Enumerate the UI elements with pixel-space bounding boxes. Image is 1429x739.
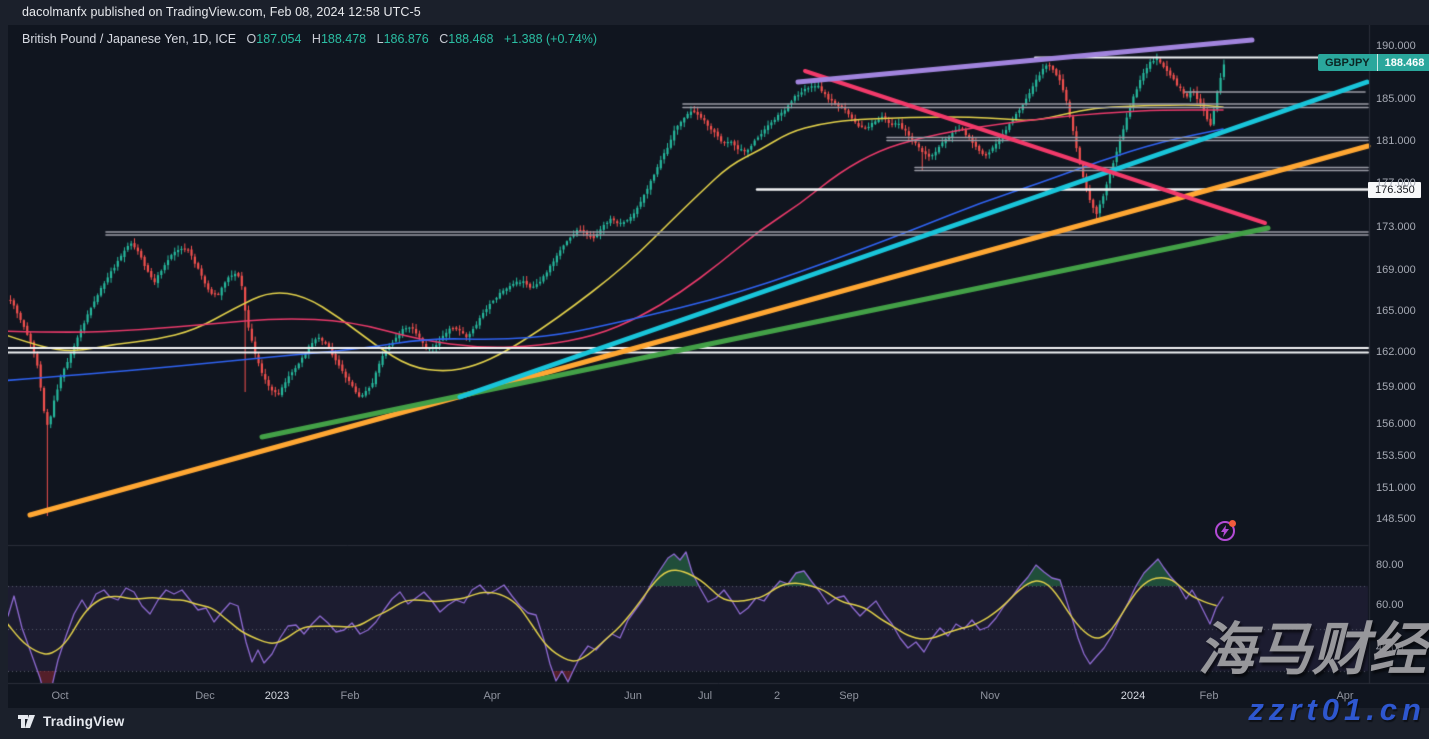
price-axis-label: 159.000 — [1376, 381, 1416, 393]
price-chart-canvas[interactable] — [8, 25, 1429, 708]
close-value: 188.468 — [448, 32, 493, 46]
time-axis-label: 2 — [774, 690, 780, 702]
rsi-axis-label: 60.00 — [1376, 599, 1404, 611]
tradingview-chart-screenshot: dacolmanfx published on TradingView.com,… — [0, 0, 1429, 739]
time-axis-label: 2024 — [1121, 690, 1145, 702]
price-axis-label: 173.000 — [1376, 221, 1416, 233]
chart-widget: British Pound / Japanese Yen, 1D, ICE O1… — [8, 25, 1429, 708]
close-label: C — [439, 32, 448, 46]
time-axis-label: Jun — [624, 690, 642, 702]
price-axis-label: 165.000 — [1376, 305, 1416, 317]
attribution-bar: dacolmanfx published on TradingView.com,… — [0, 0, 1429, 25]
price-axis-label: 153.500 — [1376, 450, 1416, 462]
badge-symbol: GBPJPY — [1318, 54, 1377, 71]
low-label: L — [377, 32, 384, 46]
price-axis-label: 190.000 — [1376, 40, 1416, 52]
price-axis-label: 185.000 — [1376, 93, 1416, 105]
tradingview-logo-text: TradingView — [43, 714, 124, 729]
price-axis-label: 177.000 — [1376, 177, 1416, 189]
flash-bolt-icon — [1215, 521, 1235, 541]
time-axis-label: Jul — [698, 690, 712, 702]
low-value: 186.876 — [384, 32, 429, 46]
price-axis-label: 162.000 — [1376, 346, 1416, 358]
attribution-text: dacolmanfx published on TradingView.com,… — [22, 5, 421, 19]
time-axis-label: Sep — [839, 690, 859, 702]
change-value: +1.388 (+0.74%) — [504, 32, 597, 46]
price-axis-label: 169.000 — [1376, 264, 1416, 276]
time-axis-label: 2023 — [265, 690, 289, 702]
price-axis-label: 148.500 — [1376, 513, 1416, 525]
symbol-header[interactable]: British Pound / Japanese Yen, 1D, ICE O1… — [22, 32, 597, 46]
time-axis-label: Feb — [341, 690, 360, 702]
tradingview-logo-icon — [18, 714, 37, 729]
watermark-url: zzrt01.cn — [1150, 694, 1426, 725]
tradingview-logo[interactable]: TradingView — [18, 714, 124, 729]
price-axis-label: 156.000 — [1376, 418, 1416, 430]
price-axis-label: 181.000 — [1376, 135, 1416, 147]
time-axis-label: Apr — [483, 690, 500, 702]
watermark-cn: 海马财经 — [1176, 622, 1426, 679]
open-label: O — [247, 32, 257, 46]
time-axis-label: Nov — [980, 690, 1000, 702]
time-axis-label: Dec — [195, 690, 215, 702]
price-axis-label: 151.000 — [1376, 482, 1416, 494]
symbol-title[interactable]: British Pound / Japanese Yen, 1D, ICE — [22, 32, 236, 46]
high-label: H — [312, 32, 321, 46]
badge-price: 188.468 — [1378, 54, 1429, 71]
high-value: 188.478 — [321, 32, 366, 46]
lightning-icon — [1219, 525, 1231, 537]
open-value: 187.054 — [256, 32, 301, 46]
time-axis-label: Oct — [51, 690, 68, 702]
last-price-badge: GBPJPY 188.468 — [1318, 54, 1429, 71]
rsi-axis-label: 80.00 — [1376, 559, 1404, 571]
